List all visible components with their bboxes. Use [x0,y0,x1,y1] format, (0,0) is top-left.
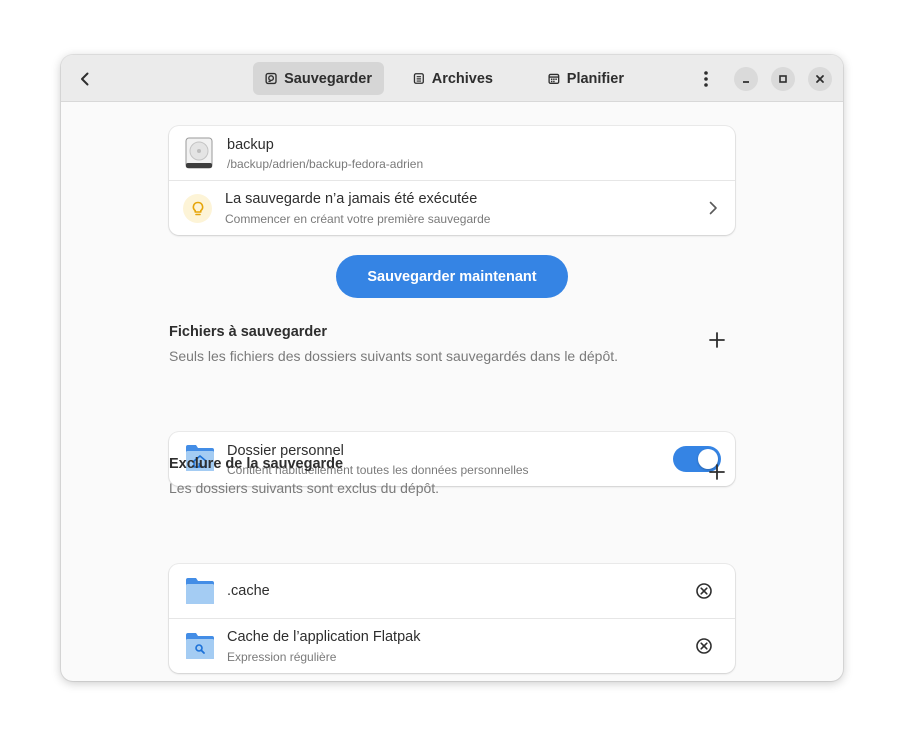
close-button[interactable] [808,67,832,91]
plus-icon [709,464,725,480]
close-icon [816,75,824,83]
include-section-title: Fichiers à sauvegarder [169,324,327,340]
lightbulb-icon [192,201,203,215]
remove-exclude-flatpak-button[interactable] [689,631,719,661]
more-vertical-icon [704,71,708,87]
remove-circle-icon [696,583,712,599]
status-icon-wrapper [183,194,212,223]
exclude-section-title: Exclure de la sauvegarde [169,456,344,472]
repository-name: backup [227,137,274,153]
archive-icon [413,73,424,84]
remove-exclude-cache-button[interactable] [689,576,719,606]
exclude-list: .cache Cache de l’application Flatpak Ex… [169,564,735,673]
calendar-icon [548,73,560,84]
tab-archives-label: Archives [431,70,493,87]
tab-archives[interactable]: Archives [401,62,505,95]
repository-path: /backup/adrien/backup-fedora-adrien [227,157,424,171]
status-title: La sauvegarde n’a jamais été exécutée [225,191,478,207]
header-bar: Sauvegarder Archives Planifier [61,55,843,102]
exclude-item-title: .cache [227,583,270,599]
exclude-section-description: Les dossiers suivants sont exclus du dép… [169,480,440,496]
chevron-right-icon [709,201,717,215]
maximize-button[interactable] [771,67,795,91]
folder-icon [186,578,214,604]
maximize-icon [779,75,787,83]
tab-schedule[interactable]: Planifier [536,62,636,95]
drive-icon [265,72,277,85]
backup-status-row[interactable]: La sauvegarde n’a jamais été exécutée Co… [169,180,735,235]
exclude-item-flatpak-cache: Cache de l’application Flatpak Expressio… [169,618,735,673]
exclude-item-subtitle: Expression régulière [227,650,337,664]
tab-backup[interactable]: Sauvegarder [253,62,384,95]
repository-row[interactable]: backup /backup/adrien/backup-fedora-adri… [169,126,735,180]
remove-circle-icon [696,638,712,654]
chevron-left-icon [81,72,89,86]
search-folder-icon [186,633,214,659]
plus-icon [709,332,725,348]
app-window: Sauvegarder Archives Planifier backup /b… [61,55,843,681]
add-include-button[interactable] [701,324,733,356]
minimize-button[interactable] [734,67,758,91]
include-section-description: Seuls les fichiers des dossiers suivants… [169,348,619,364]
tab-schedule-label: Planifier [566,70,624,87]
backup-now-button[interactable]: Sauvegarder maintenant [336,255,568,298]
exclude-item-cache: .cache [169,564,735,618]
exclude-item-title: Cache de l’application Flatpak [227,629,421,645]
minimize-icon [743,81,749,83]
main-menu-button[interactable] [691,63,721,95]
back-button[interactable] [69,63,101,95]
tab-backup-label: Sauvegarder [284,70,372,87]
add-exclude-button[interactable] [701,456,733,488]
hard-drive-icon [185,137,213,169]
status-subtitle: Commencer en créant votre première sauve… [225,212,491,226]
repository-card: backup /backup/adrien/backup-fedora-adri… [169,126,735,235]
